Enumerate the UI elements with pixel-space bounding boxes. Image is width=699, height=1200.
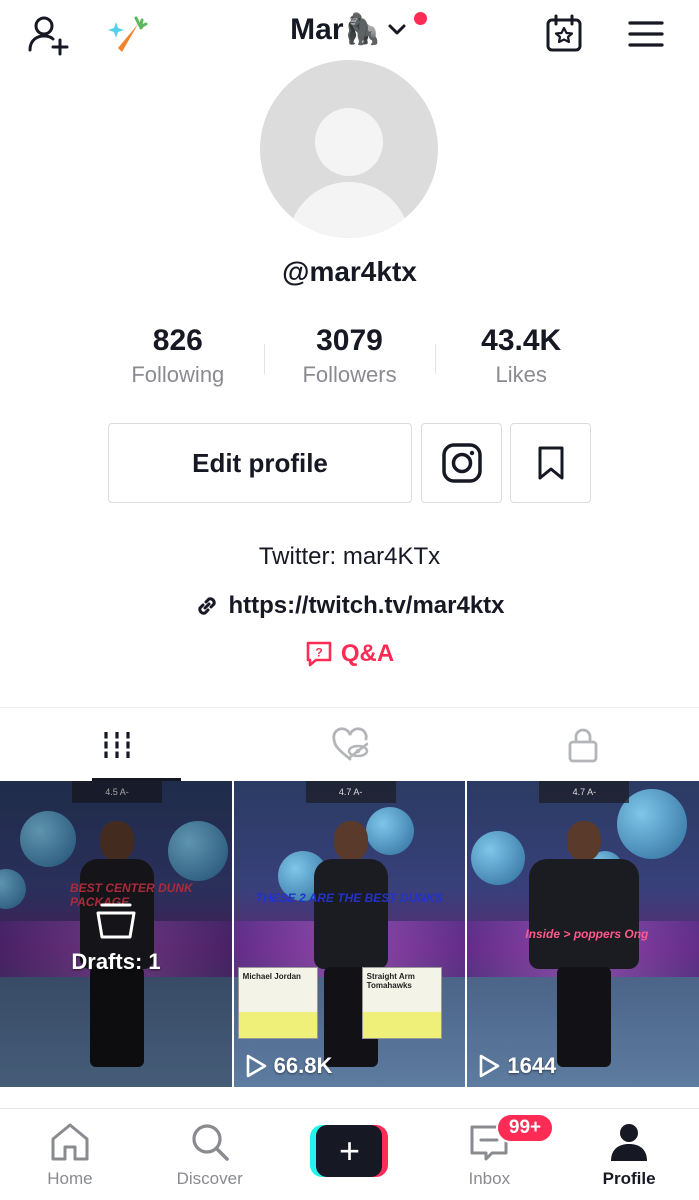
profile-stats: 826 Following 3079 Followers 43.4K Likes <box>92 322 607 394</box>
nav-label: Discover <box>176 1169 243 1188</box>
username-title-text: Mar🦍 <box>290 13 381 46</box>
stat-likes[interactable]: 43.4K Likes <box>435 322 607 394</box>
nav-label: Profile <box>602 1169 656 1188</box>
home-icon <box>51 1123 89 1161</box>
plus-icon: + <box>310 1125 389 1177</box>
nav-home[interactable]: Home <box>0 1109 140 1200</box>
instagram-icon <box>441 443 482 483</box>
view-count-text: 66.8K <box>273 1053 333 1078</box>
bottom-nav: Home Discover + Inbox Profile 99+ <box>0 1108 699 1200</box>
nav-discover[interactable]: Discover <box>140 1109 280 1200</box>
nav-create[interactable]: + <box>280 1109 420 1200</box>
bookmark-icon <box>538 446 563 480</box>
profile-icon <box>611 1124 648 1161</box>
profile-link[interactable]: https://twitch.tv/mar4ktx <box>0 592 699 620</box>
nav-label: Inbox <box>468 1169 511 1188</box>
profile-link-text: https://twitch.tv/mar4ktx <box>228 592 505 619</box>
username-dropdown[interactable]: Mar🦍 <box>0 12 699 47</box>
stat-value: 3079 <box>316 324 383 357</box>
drafts-label-wrap: Drafts: 1 <box>0 899 232 975</box>
stat-value: 43.4K <box>481 324 562 357</box>
video-grid: 4.5 A- BEST CENTER DUNK PACKAGE Drafts: … <box>0 781 699 1087</box>
profile-bio: Twitter: mar4KTx <box>258 543 441 570</box>
tab-liked[interactable] <box>233 708 466 781</box>
lock-icon <box>568 728 597 762</box>
avatar[interactable] <box>260 60 438 238</box>
video-thumbnail-drafts[interactable]: 4.5 A- BEST CENTER DUNK PACKAGE Drafts: … <box>0 781 232 1087</box>
play-icon <box>480 1054 500 1078</box>
qa-button[interactable]: ? Q&A <box>0 640 699 668</box>
link-icon <box>198 597 217 615</box>
edit-profile-button[interactable]: Edit profile <box>108 423 412 503</box>
nav-profile[interactable]: Profile <box>559 1109 699 1200</box>
player-figure <box>529 821 640 1071</box>
nav-label: Home <box>47 1169 93 1188</box>
view-count: 66.8K <box>244 1053 333 1079</box>
stat-label: Following <box>131 362 225 387</box>
stat-following[interactable]: 826 Following <box>92 322 264 394</box>
inbox-badge: 99+ <box>496 1113 554 1143</box>
stat-followers[interactable]: 3079 Followers <box>263 322 436 394</box>
video-caption: Inside > poppers Ong <box>525 927 649 941</box>
instagram-button[interactable] <box>421 423 502 503</box>
video-thumbnail[interactable]: 4.7 A- Inside > poppers Ong 1644 <box>467 781 699 1087</box>
drafts-label: Drafts: 1 <box>71 949 161 974</box>
move-card: Straight Arm Tomahawks <box>361 967 442 1039</box>
notification-dot <box>414 12 427 25</box>
stat-value: 826 <box>152 324 203 357</box>
stat-label: Followers <box>302 362 397 387</box>
drafts-icon <box>96 903 136 939</box>
menu-icon[interactable] <box>622 10 670 58</box>
profile-handle: @mar4ktx <box>282 256 417 287</box>
move-card: Michael Jordan <box>237 967 318 1039</box>
favorites-button[interactable] <box>510 423 591 503</box>
stat-label: Likes <box>495 362 547 387</box>
profile-tabs <box>0 707 699 781</box>
search-icon <box>192 1124 229 1161</box>
hud-overlay: 4.7 A- <box>539 781 630 803</box>
liked-hidden-icon <box>331 726 368 760</box>
play-icon <box>246 1054 266 1078</box>
video-thumbnail[interactable]: 4.7 A- THESE 2 ARE THE BEST DUNKS Michae… <box>233 781 466 1087</box>
qa-icon: ? <box>306 641 332 667</box>
view-count-text: 1644 <box>507 1053 557 1078</box>
hud-overlay: 4.7 A- <box>305 781 396 803</box>
card-label: Straight Arm Tomahawks <box>366 972 415 990</box>
tab-videos[interactable] <box>0 708 233 781</box>
videos-grid-icon <box>101 731 132 758</box>
card-label: Michael Jordan <box>242 972 301 981</box>
calendar-star-icon[interactable] <box>540 10 588 58</box>
svg-text:?: ? <box>315 646 322 660</box>
chevron-down-icon <box>388 24 406 34</box>
qa-label: Q&A <box>340 640 395 667</box>
tab-private[interactable] <box>466 708 699 781</box>
view-count: 1644 <box>477 1053 556 1079</box>
video-caption: THESE 2 ARE THE BEST DUNKS <box>255 891 443 905</box>
